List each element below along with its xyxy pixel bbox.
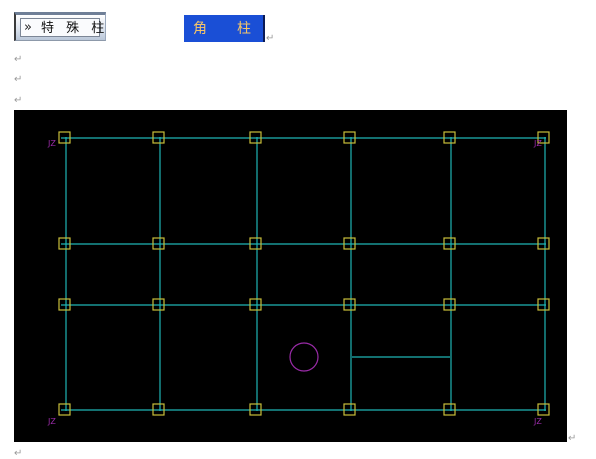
axis-grid (61, 137, 546, 411)
paragraph-mark: ↵ (14, 95, 23, 106)
circular-column-icon (289, 342, 319, 372)
corner-column-label-jz: JZ (47, 139, 56, 148)
corner-column-label-jz: JZ (533, 417, 542, 426)
corner-column-label-jz: JZ (47, 417, 56, 426)
corner-labels: JZ JZ JZ JZ (47, 139, 542, 426)
special-column-label: 特 殊 柱 (41, 21, 109, 36)
column-grid-svg: JZ JZ JZ JZ (47, 131, 550, 426)
paragraph-mark: ↵ (14, 448, 23, 459)
corner-column-tab[interactable]: 角柱 (184, 15, 265, 42)
double-chevron-icon: » (24, 20, 32, 35)
paragraph-mark: ↵ (266, 33, 275, 44)
cad-column-plan-drawing: JZ JZ JZ JZ (14, 110, 567, 442)
paragraph-mark: ↵ (14, 74, 23, 85)
special-column-button-face: » 特 殊 柱 (20, 18, 104, 37)
corner-column-label-jz: JZ (533, 139, 542, 148)
paragraph-mark: ↵ (14, 54, 23, 65)
paragraph-mark: ↵ (568, 433, 577, 444)
special-column-button[interactable]: » 特 殊 柱 (14, 12, 106, 41)
column-markers (58, 131, 550, 416)
